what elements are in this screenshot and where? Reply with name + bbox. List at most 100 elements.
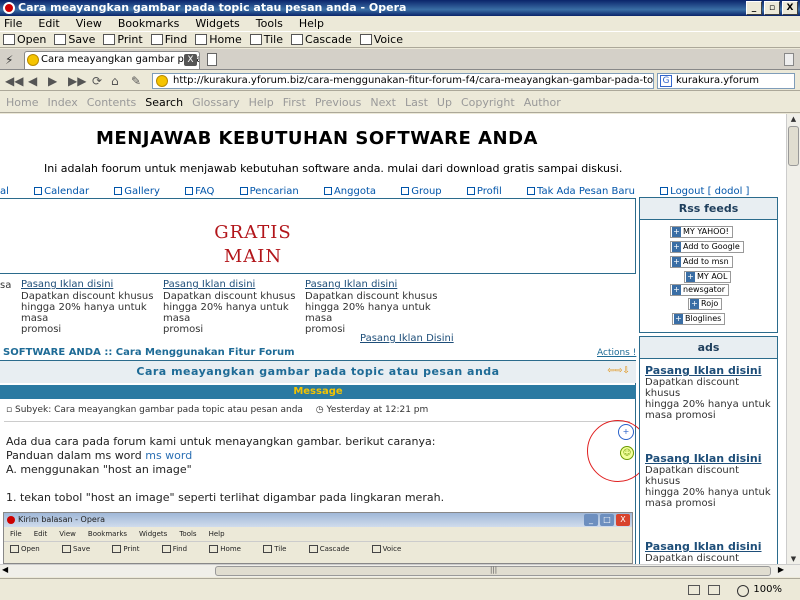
opera-logo-icon [3,2,15,14]
banner[interactable]: GRATIS MAIN [0,198,636,274]
open-label: Open [17,33,47,46]
cascade-button[interactable]: Cascade [291,33,352,46]
google-icon[interactable]: G [660,75,672,87]
voice-label: Voice [373,33,403,46]
menu-link-search[interactable]: Pencarian [239,186,310,197]
rss-yahoo-button[interactable]: MY YAHOO! [670,226,733,238]
print-button[interactable]: Print [103,33,143,46]
nav-glossary[interactable]: Glossary [192,96,240,109]
address-input[interactable]: http://kurakura.yforum.biz/cara-mengguna… [152,73,654,89]
menu-bookmarks[interactable]: Bookmarks [118,17,179,30]
actions-link[interactable]: Actions ! [597,348,636,358]
zoom-level[interactable]: 100% [737,582,782,598]
menu-tools[interactable]: Tools [256,17,283,30]
menu-edit[interactable]: Edit [38,17,59,30]
vertical-scrollbar[interactable]: ▲ ▼ [786,114,800,564]
menu-link-calendar[interactable]: Calendar [34,186,100,197]
maximize-button[interactable]: ▫ [764,1,780,15]
tab-active[interactable]: Cara meayangkan gambar pada to... X [24,51,200,69]
minimize-button[interactable]: _ [746,1,762,15]
menu-link-members[interactable]: Anggota [323,186,387,197]
nav-previous[interactable]: Previous [315,96,362,109]
network-icon[interactable] [708,585,720,595]
menu-widgets[interactable]: Widgets [195,17,239,30]
rss-msn-button[interactable]: Add to msn [670,256,733,268]
opera-logo-icon [7,516,15,524]
nav-first[interactable]: First [283,96,306,109]
menu-view[interactable]: View [76,17,102,30]
menu-link-messages[interactable]: Tak Ada Pesan Baru [526,186,646,197]
nav-index[interactable]: Index [47,96,77,109]
nav-next[interactable]: Next [370,96,396,109]
lightning-icon[interactable]: ⚡ [5,53,13,67]
nav-last[interactable]: Last [405,96,428,109]
ad-block[interactable]: Pasang Iklan disini Dapatkan discount kh… [163,279,313,335]
vertical-scroll-thumb[interactable] [788,126,799,166]
post-body-line: A. menggunakan "host an image" [6,463,192,476]
find-button[interactable]: Find [150,33,187,46]
nav-home[interactable]: Home [6,96,38,109]
tile-icon [249,34,262,45]
nav-help[interactable]: Help [249,96,274,109]
rewind-icon[interactable]: ◀◀ [5,74,23,88]
tab-close-icon[interactable]: X [184,54,197,66]
search-input[interactable]: G kurakura.yforum [657,73,795,89]
new-tab-icon[interactable] [207,53,217,66]
voice-button[interactable]: Voice [359,33,403,46]
menu-link-portal[interactable]: al [0,186,20,197]
speaker-icon[interactable] [688,585,700,595]
sidebar-ad[interactable]: Pasang Iklan disini Dapatkan discount kh… [645,453,775,509]
scroll-right-icon[interactable]: ▶ [778,565,784,574]
post-nav-arrows-icon[interactable]: ⇦⇨⇩ [607,366,630,376]
rss-newsgator-button[interactable]: newsgator [670,284,730,296]
fast-forward-icon[interactable]: ▶▶ [68,74,86,88]
nav-up[interactable]: Up [437,96,452,109]
nav-author[interactable]: Author [524,96,561,109]
scroll-down-icon[interactable]: ▼ [788,554,799,564]
menu-link-gallery[interactable]: Gallery [114,186,171,197]
rss-aol-button[interactable]: MY AOL [684,271,732,283]
ad-block[interactable]: Pasang Iklan disini Dapatkan discount kh… [21,279,171,335]
rss-bloglines-button[interactable]: Bloglines [672,313,726,325]
message-icon [526,187,535,195]
back-icon[interactable]: ◀ [28,74,37,88]
ad-block[interactable]: Pasang Iklan disini Dapatkan discount kh… [305,279,455,335]
home-button[interactable]: Home [195,33,242,46]
rss-feeds-panel: Rss feeds MY YAHOO! Add to Google Add to… [639,197,778,333]
rss-rojo-button[interactable]: Rojo [688,298,723,310]
open-button[interactable]: Open [3,33,46,46]
members-icon [323,187,332,195]
magnifier-icon [150,34,163,45]
scroll-up-icon[interactable]: ▲ [788,114,799,124]
horizontal-scrollbar[interactable]: ◀ ||| ▶ [0,564,800,577]
menu-link-group[interactable]: Group [401,186,452,197]
reload-icon[interactable]: ⟳ [92,74,102,88]
breadcrumb[interactable]: SOFTWARE ANDA :: Cara Menggunakan Fitur … [3,347,295,358]
close-button[interactable]: X [782,1,798,15]
pasang-iklan-link[interactable]: Pasang Iklan Disini [360,333,454,344]
nav-contents[interactable]: Contents [87,96,136,109]
group-icon [401,187,410,195]
sidebar-ad[interactable]: Pasang Iklan disini Dapatkan discount kh… [645,365,775,421]
home-nav-icon[interactable]: ⌂ [111,74,119,88]
sidebar-ad[interactable]: Pasang Iklan disini Dapatkan discount kh… [645,541,775,564]
menu-link-faq[interactable]: FAQ [185,186,225,197]
menu-link-profile[interactable]: Profil [466,186,513,197]
page-content: MENJAWAB KEBUTUHAN SOFTWARE ANDA Ini ada… [0,114,786,564]
wand-icon[interactable]: ✎ [131,74,141,88]
ms-word-link[interactable]: ms word [145,449,192,462]
tile-button[interactable]: Tile [249,33,283,46]
rss-google-button[interactable]: Add to Google [670,241,744,253]
menu-file[interactable]: File [4,17,22,30]
menu-help[interactable]: Help [299,17,324,30]
nav-copyright[interactable]: Copyright [461,96,515,109]
tab-scroll-icon[interactable] [784,53,794,66]
forward-icon[interactable]: ▶ [48,74,57,88]
faq-icon [185,187,194,195]
menu-link-logout[interactable]: Logout [ dodol ] [660,186,760,197]
nav-search[interactable]: Search [145,96,183,109]
embedded-titlebar: Kirim balasan - Opera _ □ X [4,513,632,527]
save-button[interactable]: Save [54,33,95,46]
status-bar: 100% [0,578,800,600]
scroll-left-icon[interactable]: ◀ [2,565,8,574]
